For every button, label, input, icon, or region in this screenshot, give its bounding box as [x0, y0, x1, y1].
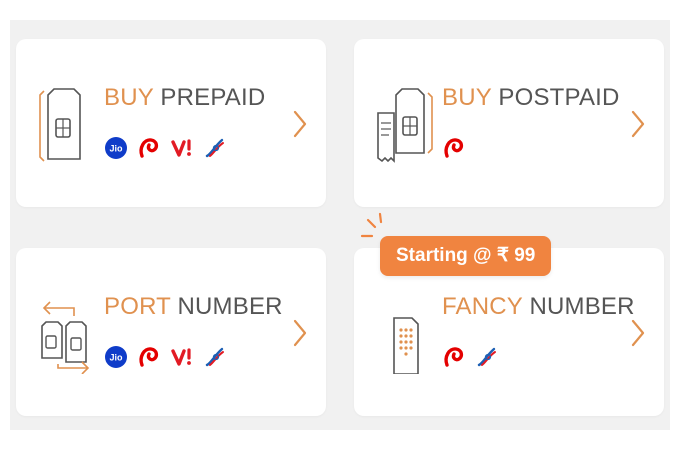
jio-logo: Jio	[104, 136, 128, 160]
chevron-right-icon[interactable]	[292, 318, 308, 348]
sim-with-bill-icon	[377, 88, 433, 163]
buy-prepaid-title: BUY PREPAID	[104, 84, 266, 111]
starting-price-badge: Starting @ ₹ 99	[380, 236, 552, 276]
buy-postpaid-title: BUY POSTPAID	[442, 84, 620, 111]
airtel-logo	[137, 345, 161, 369]
sim-keypad-icon	[393, 317, 419, 374]
chevron-right-icon[interactable]	[630, 318, 646, 348]
port-number-card[interactable]: PORT NUMBER Jio	[16, 248, 326, 416]
airtel-logo	[137, 136, 161, 160]
operator-logos: Jio	[104, 136, 227, 160]
buy-postpaid-card[interactable]: BUY POSTPAID	[354, 39, 664, 207]
vi-logo	[170, 345, 194, 369]
sim-swap-icon	[41, 301, 90, 374]
operator-logos	[442, 136, 466, 160]
operator-logos: Jio	[104, 345, 227, 369]
svg-text:Jio: Jio	[109, 353, 123, 363]
vi-logo	[170, 136, 194, 160]
chevron-right-icon[interactable]	[630, 109, 646, 139]
fancy-number-title: FANCY NUMBER	[442, 293, 635, 320]
buy-prepaid-card[interactable]: BUY PREPAID Jio	[16, 39, 326, 207]
port-number-title: PORT NUMBER	[104, 293, 283, 320]
bsnl-logo	[203, 345, 227, 369]
operator-logos	[442, 345, 499, 369]
airtel-logo	[442, 345, 466, 369]
svg-text:Jio: Jio	[109, 144, 123, 154]
bsnl-logo	[475, 345, 499, 369]
airtel-logo	[442, 136, 466, 160]
sim-card-icon	[39, 88, 81, 162]
jio-logo: Jio	[104, 345, 128, 369]
bsnl-logo	[203, 136, 227, 160]
chevron-right-icon[interactable]	[292, 109, 308, 139]
